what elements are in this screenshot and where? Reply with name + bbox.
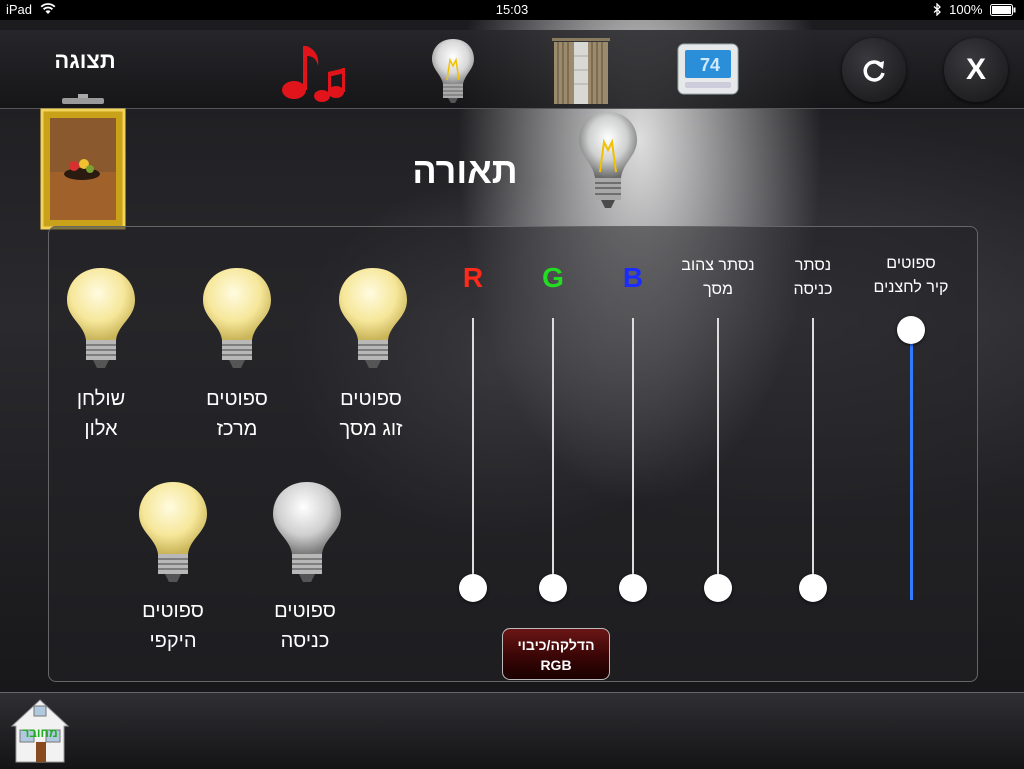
section-title: תאורה [412, 150, 518, 191]
bulb-label-line2: היקפי [149, 630, 197, 652]
bulb-label-line1: ספוטים [206, 388, 268, 410]
bulb-button-1[interactable] [64, 266, 138, 374]
slider-title-4: נסתר צהוב מסך [663, 254, 773, 302]
bulb-label-3: ספוטים זוג מסך [306, 384, 436, 444]
slider-knob-2[interactable] [539, 574, 567, 602]
slider-title-line1: נסתר צהוב [681, 257, 755, 274]
light-bulb-icon [203, 268, 271, 368]
curtains-button[interactable] [546, 36, 616, 106]
thermostat-display: 74 [699, 55, 721, 75]
connection-status: מחובר [22, 726, 58, 740]
close-button[interactable]: X [944, 38, 1008, 102]
slider-title-line1: ספוטים [886, 255, 936, 272]
slider-title-line2: כניסה [793, 281, 833, 298]
bluetooth-icon [933, 2, 941, 17]
bulb-button-4[interactable] [136, 480, 210, 588]
display-picture-frame[interactable] [40, 92, 126, 230]
slider-title-2: G [542, 262, 564, 293]
slider-title-6: ספוטים קיר לחצנים [856, 252, 966, 300]
bulb-label-line2: מרכז [216, 418, 258, 440]
slider-title-line2: קיר לחצנים [873, 279, 949, 296]
status-time: 15:03 [495, 2, 529, 17]
slider-title-line1: נסתר [794, 257, 832, 274]
bulb-label-4: ספוטים היקפי [108, 596, 238, 656]
light-bulb-icon [432, 39, 474, 103]
bottom-bar [0, 692, 1024, 769]
framed-picture-icon [40, 94, 126, 230]
light-bulb-icon [67, 268, 135, 368]
slider-knob-1[interactable] [459, 574, 487, 602]
display-label[interactable]: תצוגה [40, 48, 130, 74]
slider-knob-4[interactable] [704, 574, 732, 602]
slider-track-2[interactable] [552, 318, 554, 588]
close-icon: X [965, 53, 986, 86]
rgb-toggle-button[interactable]: הדלקה/כיבוי RGB [502, 628, 610, 680]
climate-button[interactable]: 74 [676, 40, 746, 110]
refresh-icon [863, 60, 885, 82]
lighting-button[interactable] [418, 36, 488, 106]
bulb-label-line1: ספוטים [142, 600, 204, 622]
bulb-button-3[interactable] [336, 266, 410, 374]
bulb-label-5: ספוטים כניסה [240, 596, 370, 656]
bulb-label-2: ספוטים מרכז [172, 384, 302, 444]
music-notes-icon [282, 46, 345, 102]
slider-track-3[interactable] [632, 318, 634, 588]
slider-title-line2: מסך [703, 281, 733, 298]
bulb-label-1: שולחן אלון [36, 384, 166, 444]
section-bulb [575, 108, 641, 216]
battery-icon [990, 4, 1016, 16]
curtains-icon [552, 38, 610, 104]
light-bulb-icon [579, 112, 637, 208]
slider-fill-6 [909, 330, 913, 600]
slider-knob-6[interactable] [897, 316, 925, 344]
bulb-button-5[interactable] [270, 480, 344, 588]
slider-track-4[interactable] [717, 318, 719, 588]
slider-track-5[interactable] [812, 318, 814, 588]
rgb-button-line1: הדלקה/כיבוי [517, 637, 595, 653]
bulb-label-line2: כניסה [280, 630, 330, 652]
bulb-label-line2: אלון [84, 418, 118, 440]
slider-title-3: B [622, 262, 644, 293]
battery-percent: 100% [949, 2, 983, 17]
light-bulb-icon [273, 482, 341, 582]
slider-knob-5[interactable] [799, 574, 827, 602]
slider-title-5: נסתר כניסה [758, 254, 868, 302]
slider-knob-3[interactable] [619, 574, 647, 602]
light-bulb-icon [339, 268, 407, 368]
light-bulb-icon [139, 482, 207, 582]
bulb-label-line1: ספוטים [274, 600, 336, 622]
refresh-button[interactable] [842, 38, 906, 102]
bulb-label-line2: זוג מסך [339, 418, 403, 440]
bulb-label-line1: ספוטים [340, 388, 402, 410]
status-bar: iPad 15:03 100% [0, 0, 1024, 20]
music-button[interactable] [276, 36, 346, 106]
rgb-button-line2: RGB [540, 657, 572, 673]
bulb-label-line1: שולחן [76, 388, 126, 410]
home-button[interactable]: מחובר [10, 698, 70, 764]
slider-track-1[interactable] [472, 318, 474, 588]
status-right: 100% [932, 0, 1017, 20]
bulb-button-2[interactable] [200, 266, 274, 374]
slider-title-1: R [462, 262, 484, 293]
